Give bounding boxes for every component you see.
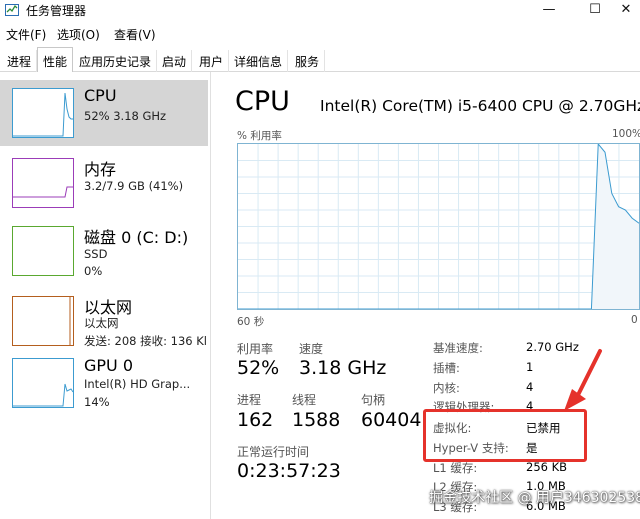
threads-label: 线程	[292, 393, 317, 407]
sidebar-item-detail: 以太网	[84, 316, 119, 330]
tab-performance[interactable]: 性能	[37, 47, 74, 73]
menu-view[interactable]: 查看(V)	[114, 26, 156, 43]
window-title: 任务管理器	[26, 4, 87, 18]
tab-processes[interactable]: 进程	[2, 50, 38, 72]
sidebar-item-gpu[interactable]: GPU 0 Intel(R) HD Grap... 14%	[0, 350, 208, 416]
page-title: CPU	[235, 86, 290, 117]
sidebar-item-detail-2: 14%	[84, 395, 110, 409]
tab-startup[interactable]: 启动	[157, 50, 193, 72]
detail-key: 内核:	[433, 381, 460, 395]
detail-key: L1 缓存:	[433, 461, 478, 475]
utilization-max-label: 100%	[612, 128, 640, 140]
detail-value: 1	[526, 360, 534, 374]
sidebar-item-detail: 3.2/7.9 GB (41%)	[84, 179, 184, 193]
resource-sidebar: CPU 52% 3.18 GHz 内存 3.2/7.9 GB (41%) 磁盘 …	[0, 72, 211, 519]
tab-services[interactable]: 服务	[290, 50, 326, 72]
sidebar-item-name: 磁盘 0 (C: D:)	[84, 228, 189, 247]
sidebar-item-cpu[interactable]: CPU 52% 3.18 GHz	[0, 80, 208, 146]
handles-label: 句柄	[361, 393, 386, 407]
cpu-model-name: Intel(R) Core(TM) i5-6400 CPU @ 2.70GHz	[320, 97, 640, 115]
sidebar-item-name: CPU	[84, 86, 117, 105]
task-manager-icon	[5, 4, 19, 16]
tab-details[interactable]: 详细信息	[229, 50, 289, 72]
ethernet-thumbnail-graph	[12, 296, 74, 346]
menu-options[interactable]: 选项(O)	[57, 26, 100, 43]
speed-value: 3.18 GHz	[299, 357, 387, 379]
utilization-label: 利用率	[237, 342, 274, 356]
title-bar: 任务管理器 — ☐ ✕	[0, 0, 640, 22]
highlight-box	[423, 409, 587, 462]
sidebar-item-detail-2: 0%	[84, 264, 103, 278]
watermark: 掘金技术社区 @ 用户3463025386­8	[429, 490, 640, 506]
uptime-label: 正常运行时间	[237, 445, 310, 459]
tab-app-history[interactable]: 应用历史记录	[74, 50, 158, 72]
sidebar-item-memory[interactable]: 内存 3.2/7.9 GB (41%)	[0, 150, 208, 216]
processes-label: 进程	[237, 393, 262, 407]
utilization-value: 52%	[237, 357, 280, 379]
close-button[interactable]: ✕	[612, 0, 640, 22]
speed-label: 速度	[299, 342, 324, 356]
sidebar-item-detail-2: 发送: 208 接收: 136 Kl	[84, 334, 208, 348]
menu-file[interactable]: 文件(F)	[6, 26, 46, 43]
tab-bar: 进程 性能 应用历史记录 启动 用户 详细信息 服务	[0, 47, 640, 73]
disk-thumbnail-graph	[12, 226, 74, 276]
sidebar-item-name: GPU 0	[84, 356, 134, 375]
sidebar-item-detail: Intel(R) HD Grap...	[84, 377, 191, 391]
sidebar-item-ethernet[interactable]: 以太网 以太网 发送: 208 接收: 136 Kl	[0, 288, 208, 354]
sidebar-item-detail: 52% 3.18 GHz	[84, 109, 167, 123]
time-end-label: 0	[631, 314, 638, 326]
detail-value: 256 KB	[526, 460, 568, 474]
minimize-button[interactable]: —	[526, 0, 572, 22]
tab-users[interactable]: 用户	[194, 50, 230, 72]
uptime-value: 0:23:57:23	[237, 460, 341, 482]
utilization-axis-label: % 利用率	[237, 130, 282, 142]
memory-thumbnail-graph	[12, 158, 74, 208]
processes-value: 162	[237, 409, 274, 431]
cpu-thumbnail-graph	[12, 88, 74, 138]
gpu-thumbnail-graph	[12, 358, 74, 408]
sidebar-item-detail: SSD	[84, 247, 108, 261]
sidebar-item-disk[interactable]: 磁盘 0 (C: D:) SSD 0%	[0, 218, 208, 284]
time-span-label: 60 秒	[237, 316, 265, 328]
detail-key: 基准速度:	[433, 341, 483, 355]
annotation-arrow-icon	[564, 349, 602, 411]
detail-key: 插槽:	[433, 361, 460, 375]
cpu-utilization-graph	[237, 143, 640, 310]
detail-value: 4	[526, 380, 534, 394]
threads-value: 1588	[292, 409, 341, 431]
handles-value: 60404	[361, 409, 422, 431]
sidebar-item-name: 内存	[84, 160, 117, 179]
